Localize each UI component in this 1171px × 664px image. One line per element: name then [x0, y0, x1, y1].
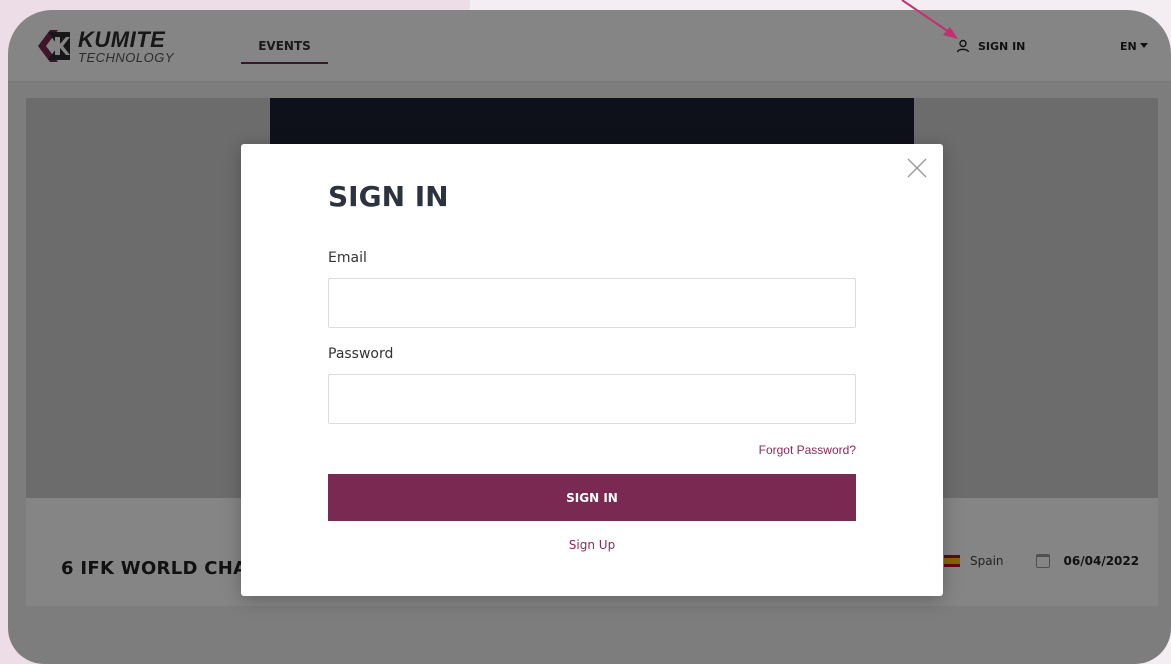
email-label: Email: [328, 250, 367, 266]
screenshot-frame: KUMITE TECHNOLOGY EVENTS SIGN IN EN 6 IF…: [8, 10, 1171, 664]
signup-link[interactable]: Sign Up: [328, 538, 856, 552]
email-field[interactable]: [328, 278, 856, 328]
password-field[interactable]: [328, 374, 856, 424]
forgot-password-link[interactable]: Forgot Password?: [743, 443, 856, 457]
signin-submit-button[interactable]: SIGN IN: [328, 474, 856, 521]
modal-title: SIGN IN: [328, 180, 449, 213]
annotation-arrow-icon: [901, 0, 958, 39]
app-window: KUMITE TECHNOLOGY EVENTS SIGN IN EN 6 IF…: [8, 10, 1171, 664]
close-icon[interactable]: [905, 156, 929, 180]
signin-modal: SIGN IN Email Password Forgot Password? …: [241, 144, 943, 596]
password-label: Password: [328, 346, 394, 362]
